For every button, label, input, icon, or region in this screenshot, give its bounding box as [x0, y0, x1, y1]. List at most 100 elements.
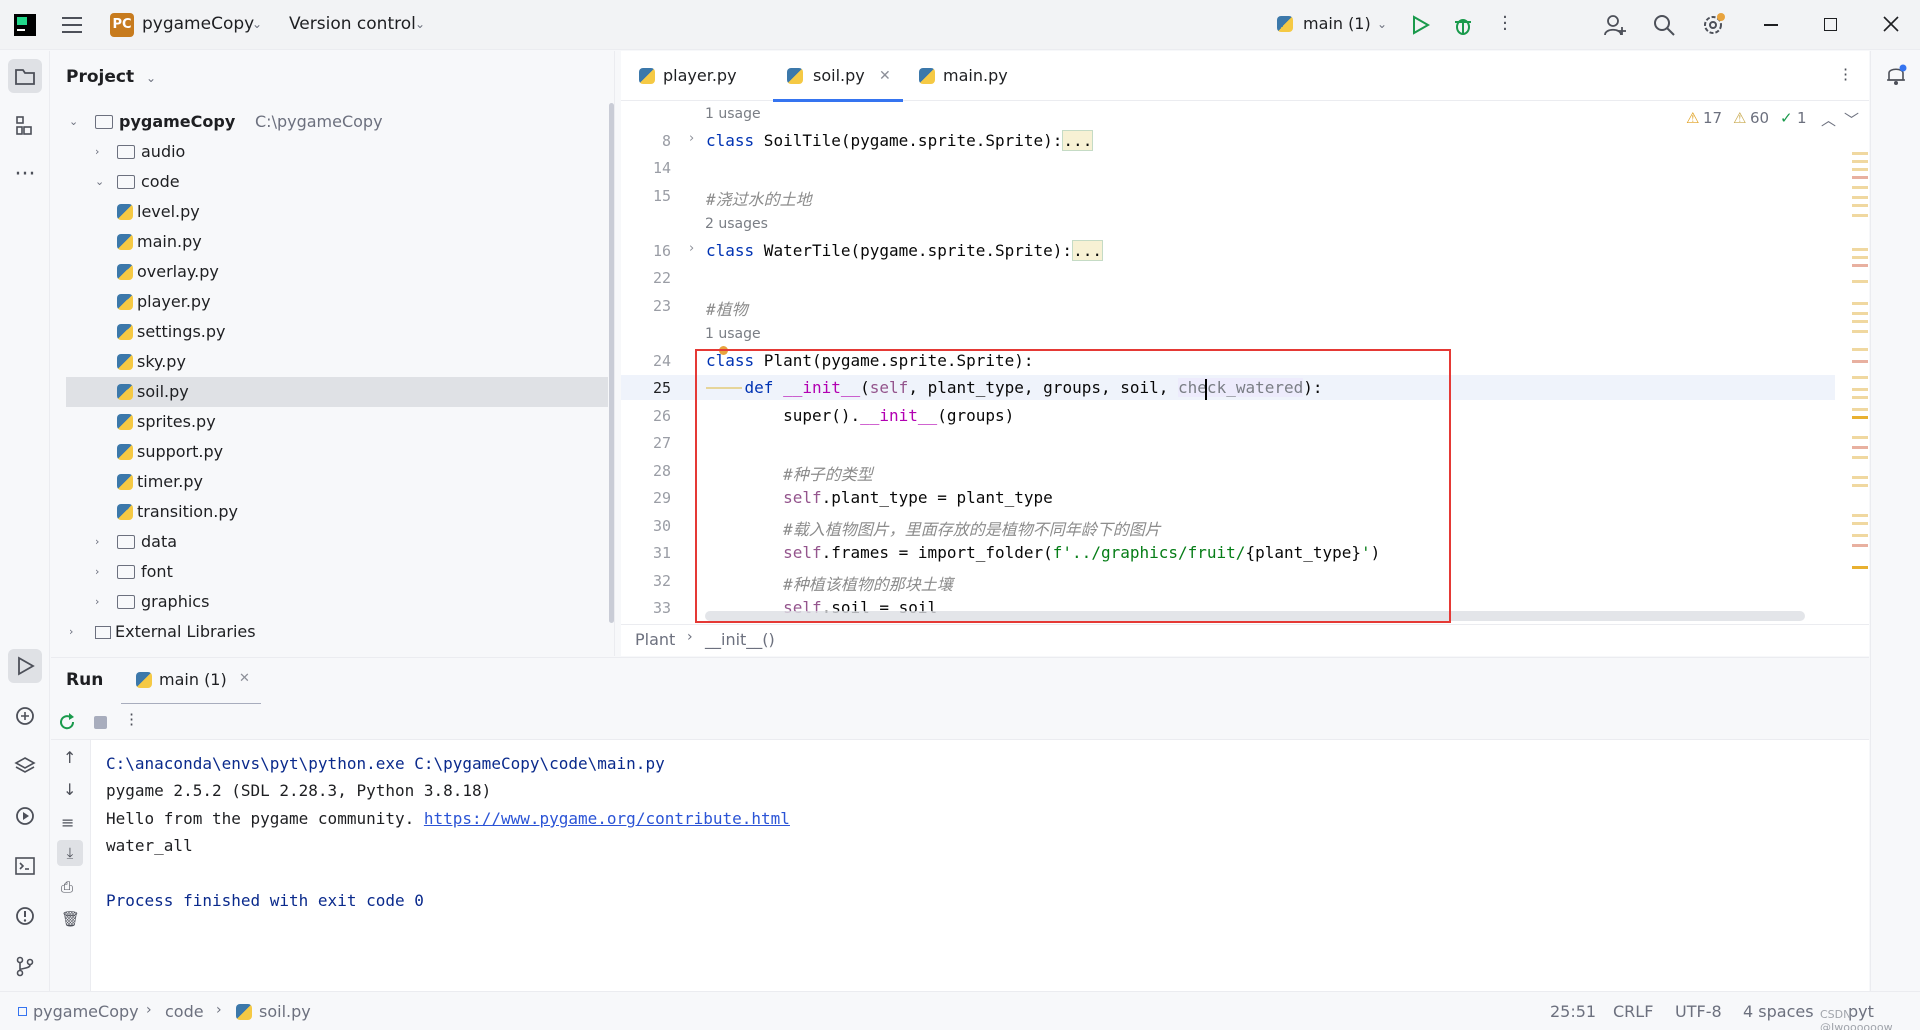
stripe-marker[interactable]: [1852, 176, 1868, 179]
stripe-marker[interactable]: [1852, 456, 1868, 459]
line-separator[interactable]: CRLF: [1613, 1002, 1653, 1021]
status-path-item[interactable]: code: [165, 1002, 204, 1021]
folded-region[interactable]: ...: [1062, 130, 1094, 151]
add-user-icon[interactable]: [1603, 13, 1627, 37]
tab-options-icon[interactable]: · · ·: [1843, 62, 1848, 88]
print-icon[interactable]: ⎙: [61, 878, 73, 896]
stripe-marker[interactable]: [1852, 360, 1868, 363]
stripe-marker[interactable]: [1852, 416, 1868, 419]
stripe-marker[interactable]: [1852, 544, 1868, 547]
code-line-8[interactable]: class SoilTile(pygame.sprite.Sprite):...: [706, 130, 1094, 151]
trash-icon[interactable]: 🗑: [61, 910, 80, 928]
tree-external-libraries[interactable]: › External Libraries: [69, 617, 309, 647]
stripe-marker[interactable]: [1852, 248, 1868, 251]
stop-icon[interactable]: [94, 716, 107, 729]
inspection-widget[interactable]: ⚠ 17 ⚠ 60 ✓ 1 ︿ ﹀: [1686, 109, 1866, 131]
usage-hint[interactable]: 2 usages: [705, 216, 768, 232]
stripe-marker[interactable]: [1852, 566, 1868, 569]
stripe-marker[interactable]: [1852, 522, 1868, 525]
project-scrollbar[interactable]: [609, 103, 614, 623]
more-actions-icon[interactable]: · · ·: [129, 707, 134, 733]
file-encoding[interactable]: UTF-8: [1675, 1002, 1722, 1021]
more-actions-icon[interactable]: · · ·: [1500, 9, 1510, 39]
settings-icon[interactable]: [1701, 13, 1725, 37]
restore-button[interactable]: [1824, 18, 1837, 31]
stripe-marker[interactable]: [1852, 256, 1868, 259]
run-tab-main[interactable]: main (1) ✕: [121, 658, 261, 706]
run-tool-icon[interactable]: [8, 649, 42, 683]
stripe-marker[interactable]: [1852, 330, 1868, 333]
stripe-marker[interactable]: [1852, 408, 1868, 411]
stripe-marker[interactable]: [1852, 204, 1868, 207]
tree-folder-code[interactable]: ⌄ code: [95, 167, 295, 197]
minimize-button[interactable]: [1764, 24, 1778, 26]
stripe-marker[interactable]: [1852, 320, 1868, 323]
chevron-down-icon[interactable]: ﹀: [1844, 109, 1859, 130]
more-tools-icon[interactable]: ···: [8, 157, 42, 191]
tab-main-py[interactable]: main.py: [919, 51, 1039, 101]
tree-folder-font[interactable]: › font: [95, 557, 295, 587]
stripe-marker[interactable]: [1852, 302, 1868, 305]
stripe-marker[interactable]: [1852, 312, 1868, 315]
stripe-marker[interactable]: [1852, 280, 1868, 283]
code-line-23[interactable]: #植物: [706, 296, 748, 320]
status-path-item[interactable]: pygameCopy: [33, 1002, 139, 1021]
run-icon[interactable]: [1411, 15, 1431, 35]
tree-folder-graphics[interactable]: › graphics: [95, 587, 295, 617]
scroll-to-end-icon[interactable]: ⤓: [57, 840, 83, 866]
arrow-up-icon[interactable]: ↑: [63, 748, 76, 767]
rerun-icon[interactable]: [57, 712, 77, 732]
vcs-widget[interactable]: Version control ⌄: [289, 11, 429, 39]
tree-folder-audio[interactable]: › audio: [95, 137, 295, 167]
stripe-marker[interactable]: [1852, 168, 1868, 171]
stripe-marker[interactable]: [1852, 186, 1868, 189]
problems-icon[interactable]: [8, 899, 42, 933]
run-config-widget[interactable]: main (1) ⌄: [1277, 11, 1389, 39]
folded-region[interactable]: ...: [1072, 240, 1103, 261]
breadcrumb-item[interactable]: __init__(): [705, 630, 775, 649]
structure-tool-icon[interactable]: [8, 109, 42, 143]
usage-hint[interactable]: 1 usage: [705, 326, 761, 342]
main-menu-icon[interactable]: [62, 15, 84, 35]
close-button[interactable]: [1880, 13, 1902, 35]
project-tool-icon[interactable]: [8, 59, 42, 93]
stripe-marker[interactable]: [1852, 214, 1868, 217]
arrow-down-icon[interactable]: ↓: [63, 780, 76, 799]
stripe-marker[interactable]: [1852, 476, 1868, 479]
stripe-marker[interactable]: [1852, 388, 1868, 391]
stripe-marker[interactable]: [1852, 484, 1868, 487]
stripe-marker[interactable]: [1852, 196, 1868, 199]
code-line-16[interactable]: class WaterTile(pygame.sprite.Sprite):..…: [706, 240, 1103, 261]
stripe-marker[interactable]: [1852, 160, 1868, 163]
tree-file[interactable]: soil.py: [66, 377, 608, 407]
fold-expand-icon[interactable]: ›: [689, 131, 694, 146]
close-tab-icon[interactable]: ✕: [239, 671, 250, 686]
stripe-marker[interactable]: [1852, 348, 1868, 351]
indent-setting[interactable]: 4 spaces: [1743, 1002, 1814, 1021]
python-console-icon[interactable]: [8, 699, 42, 733]
stripe-marker[interactable]: [1852, 264, 1868, 267]
project-panel-title[interactable]: Project ⌄: [66, 67, 156, 87]
tab-player-py[interactable]: player.py: [639, 51, 759, 101]
stripe-marker[interactable]: [1852, 534, 1868, 537]
stripe-marker[interactable]: [1852, 152, 1868, 155]
stripe-marker[interactable]: [1852, 446, 1868, 449]
stripe-marker[interactable]: [1852, 376, 1868, 379]
stripe-marker[interactable]: [1852, 436, 1868, 439]
tab-soil-py[interactable]: soil.py ✕: [773, 51, 903, 102]
pycharm-logo-icon[interactable]: [14, 14, 36, 36]
tree-folder-data[interactable]: › data: [95, 527, 295, 557]
soft-wrap-icon[interactable]: ≡: [61, 813, 74, 832]
search-icon[interactable]: [1652, 13, 1676, 37]
caret-position[interactable]: 25:51: [1550, 1002, 1596, 1021]
layers-icon[interactable]: [8, 749, 42, 783]
chevron-up-icon[interactable]: ︿: [1821, 109, 1836, 130]
stripe-marker[interactable]: [1852, 514, 1868, 517]
stripe-marker[interactable]: [1852, 396, 1868, 399]
terminal-icon[interactable]: [8, 849, 42, 883]
usage-hint[interactable]: 1 usage: [705, 106, 761, 122]
notifications-icon[interactable]: [1885, 63, 1907, 87]
close-tab-icon[interactable]: ✕: [879, 51, 891, 101]
services-icon[interactable]: [8, 799, 42, 833]
breadcrumb-item[interactable]: Plant: [635, 630, 675, 649]
